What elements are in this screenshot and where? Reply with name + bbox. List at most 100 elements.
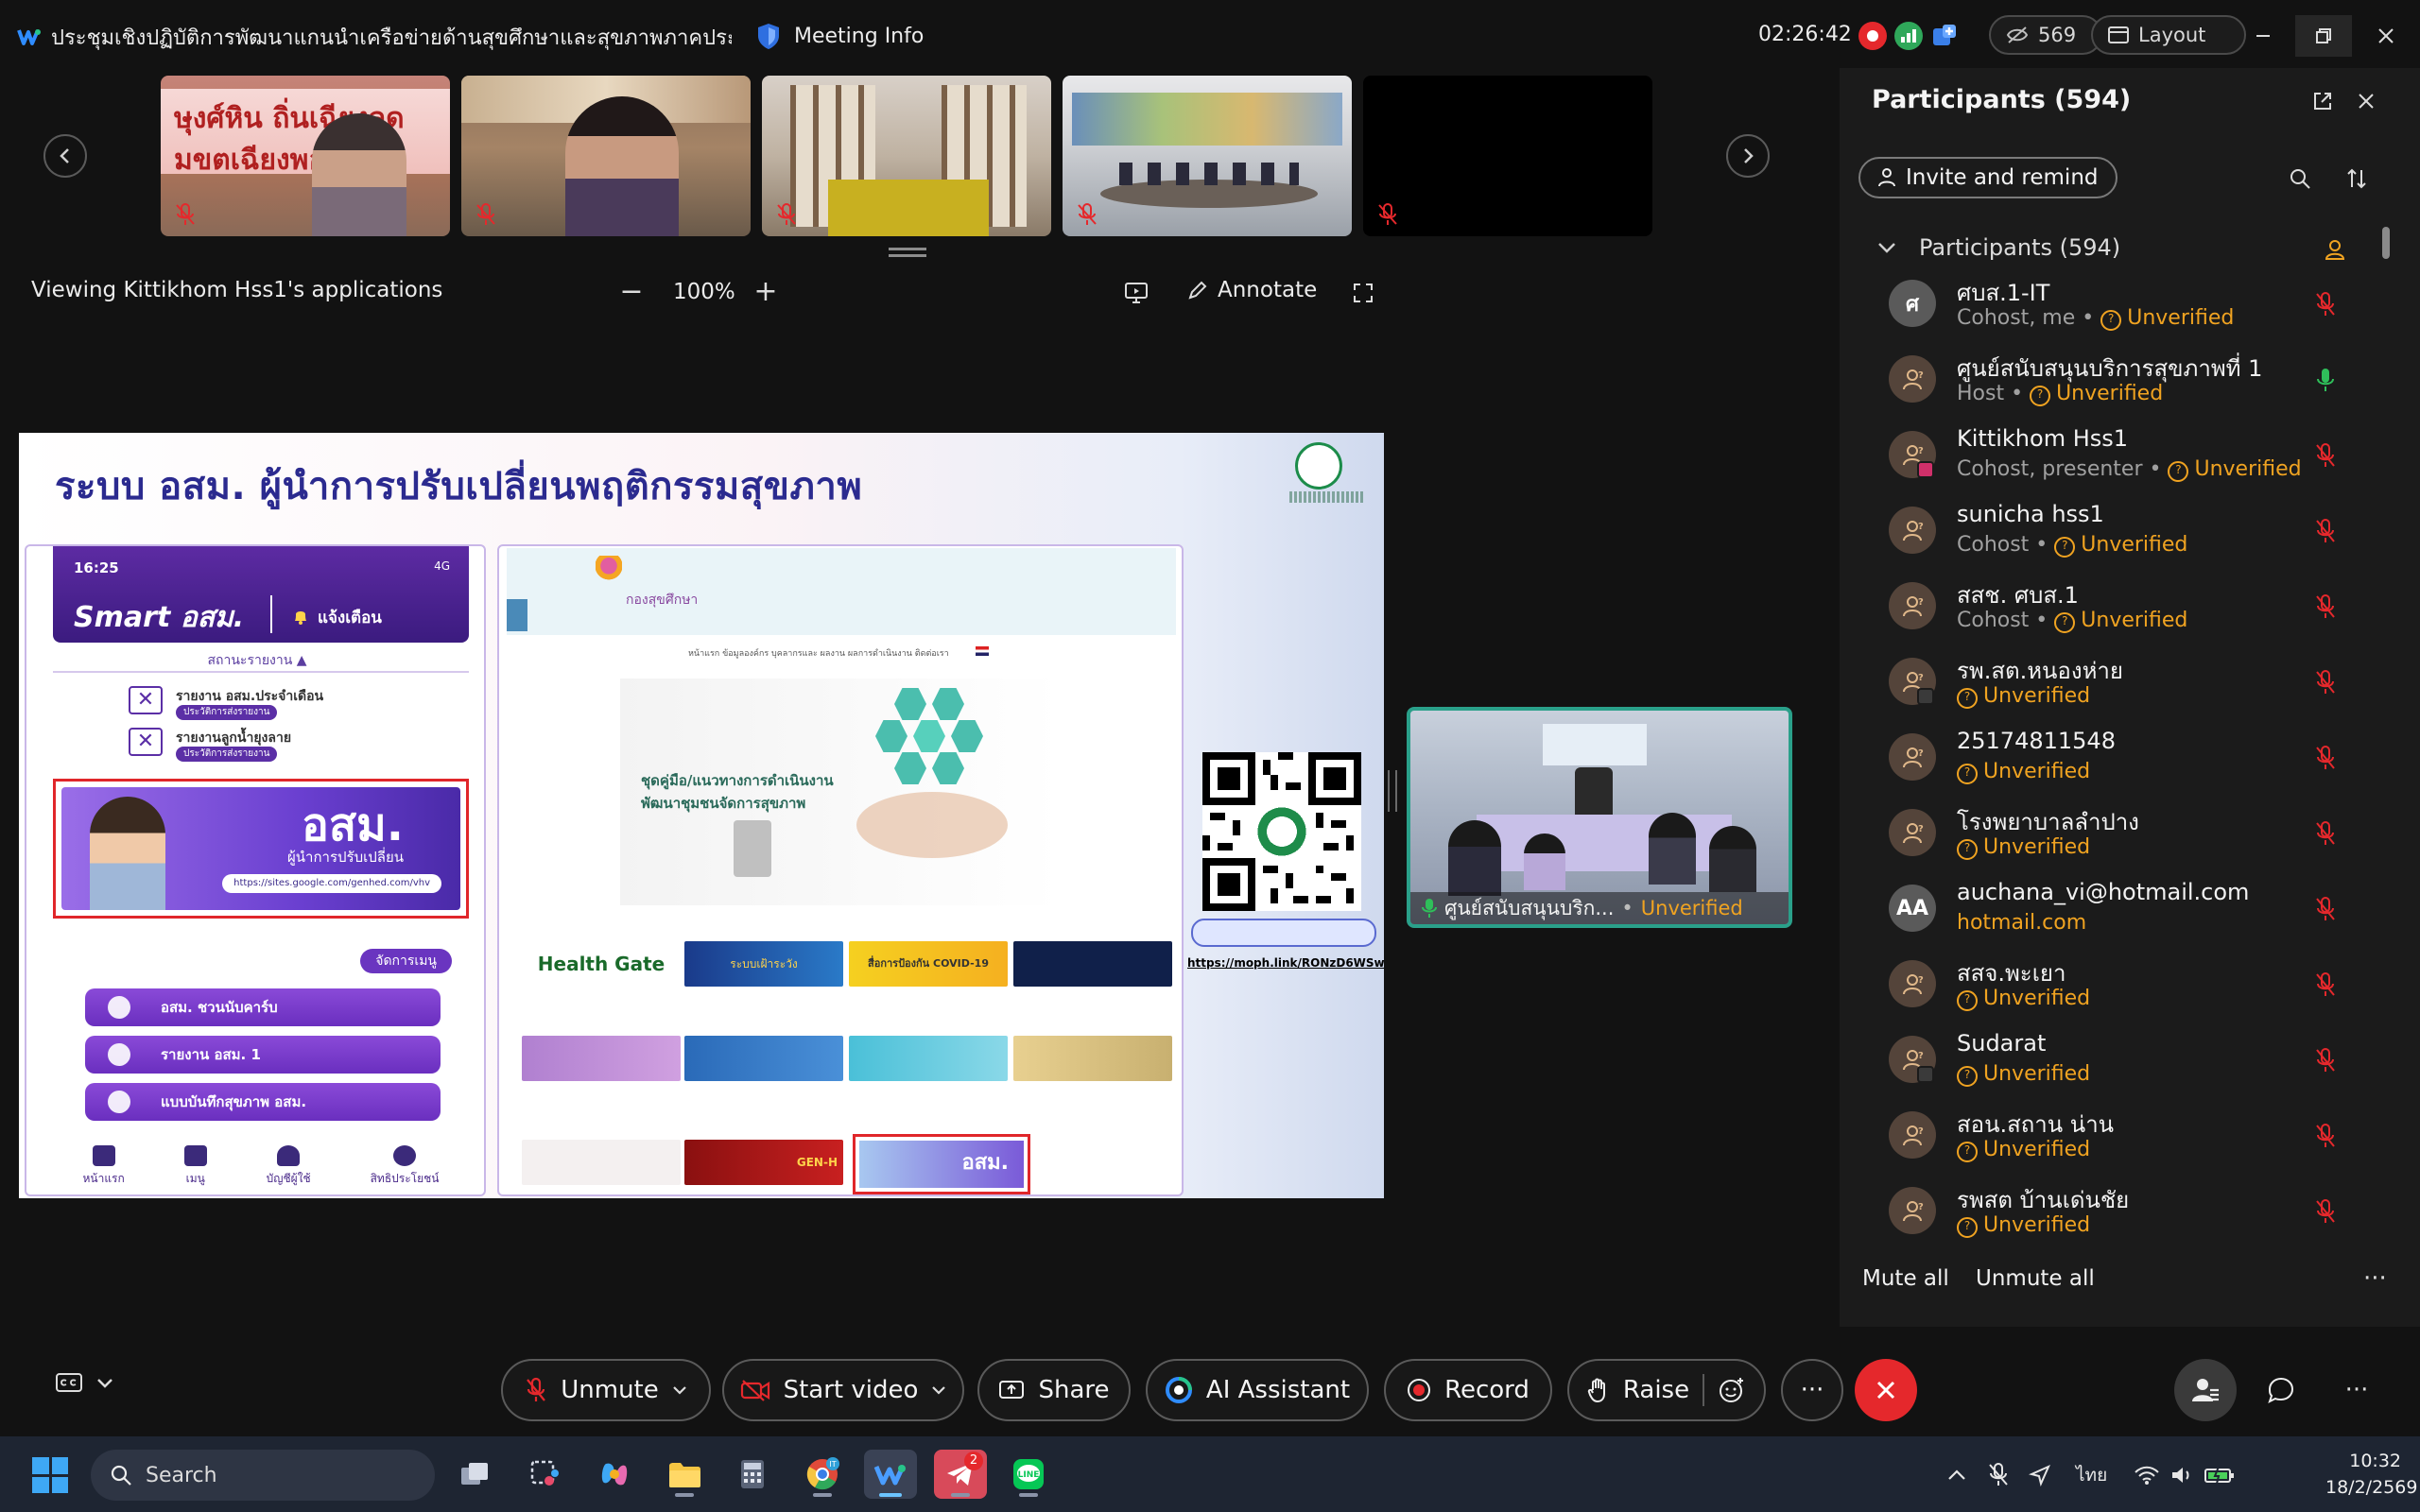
website-logo: กองสุขศึกษา (626, 593, 699, 608)
participant-row[interactable]: ?รพสต บ้านเด่นชัยUnverified (1840, 1174, 2420, 1249)
active-speaker-video[interactable]: ศูนย์สนับสนุนบริก... • Unverified (1407, 707, 1792, 928)
unmute-all-button[interactable]: Unmute all (1976, 1266, 2095, 1291)
popout-button[interactable] (2307, 85, 2339, 117)
raise-hand-button[interactable]: Raise (1567, 1359, 1766, 1421)
calculator-app[interactable] (726, 1450, 779, 1499)
mic-muted-icon[interactable] (2312, 1047, 2339, 1074)
video-thumbnail[interactable] (1063, 76, 1352, 236)
unmute-button[interactable]: Unmute (501, 1359, 711, 1421)
copilot-app[interactable] (588, 1450, 641, 1499)
meeting-info-button[interactable]: Meeting Info (756, 19, 924, 53)
leave-meeting-button[interactable] (1855, 1359, 1917, 1421)
mic-muted-icon[interactable] (2312, 745, 2339, 771)
chat-button[interactable] (2250, 1359, 2312, 1421)
captions-button[interactable] (55, 1372, 113, 1395)
notification-label: แจ้งเตือน (318, 609, 382, 627)
battery-charging-icon[interactable] (2204, 1465, 2236, 1486)
attendee-count-badge[interactable]: 569 (1989, 15, 2102, 55)
mic-muted-icon[interactable] (2312, 669, 2339, 696)
layout-button[interactable]: Layout (2091, 15, 2246, 55)
participants-toggle-button[interactable] (2174, 1359, 2237, 1421)
participant-row[interactable]: ?โรงพยาบาลลำปางUnverified (1840, 796, 2420, 871)
webex-app[interactable] (864, 1450, 917, 1499)
location-icon[interactable] (2029, 1464, 2051, 1486)
app-menu-button: รายงาน อสม. 1 (85, 1036, 441, 1074)
taskbar-search[interactable]: Search (91, 1450, 435, 1501)
line-app[interactable]: LINE (1002, 1450, 1055, 1499)
participant-row[interactable]: ?ศูนย์สนับสนุนบริการสุขภาพที่ 1Host • Un… (1840, 342, 2420, 418)
wifi-icon[interactable] (2134, 1465, 2160, 1486)
more-panel-button[interactable]: ··· (2325, 1359, 2388, 1421)
start-video-button[interactable]: Start video (722, 1359, 964, 1421)
invite-and-remind-button[interactable]: Invite and remind (1858, 157, 2118, 198)
video-thumbnail[interactable] (762, 76, 1051, 236)
chrome-app[interactable]: IT (796, 1450, 849, 1499)
mic-muted-icon[interactable] (2312, 896, 2339, 922)
shared-screen[interactable]: ระบบ อสม. ผู้นำการปรับเปลี่ยนพฤติกรรมสุข… (19, 433, 1384, 1198)
panel-title: Participants (594) (1872, 85, 2132, 114)
volume-icon[interactable] (2169, 1464, 2194, 1486)
participant-row[interactable]: ?รพ.สต.หนองห่ายUnverified (1840, 644, 2420, 720)
close-window-button[interactable] (2358, 15, 2414, 57)
task-view-app[interactable] (448, 1450, 501, 1499)
network-quality-icon[interactable] (1894, 22, 1923, 50)
participant-row[interactable]: ?สสช. ศบส.1Cohost • Unverified (1840, 569, 2420, 644)
filmstrip-prev-button[interactable] (43, 134, 87, 178)
mic-muted-icon[interactable] (2312, 820, 2339, 847)
filmstrip-next-button[interactable] (1726, 134, 1770, 178)
input-language[interactable]: ไทย (2076, 1461, 2107, 1489)
participant-row[interactable]: ?สอน.สถาน น่านUnverified (1840, 1098, 2420, 1174)
participant-row[interactable]: ? sunicha hss1 Cohost • Unverified (1840, 493, 2420, 569)
mic-muted-icon[interactable] (2312, 1123, 2339, 1149)
stage-splitter[interactable] (1388, 770, 1397, 812)
app-menu-button: แบบบันทึกสุขภาพ อสม. (85, 1083, 441, 1121)
participants-section-header[interactable]: Participants (594) (1877, 234, 2120, 261)
ai-assistant-button[interactable]: AI Assistant (1146, 1359, 1369, 1421)
recording-indicator-icon[interactable] (1858, 22, 1887, 50)
mic-muted-icon[interactable] (2312, 593, 2339, 620)
close-panel-button[interactable] (2350, 85, 2382, 117)
snipping-tool-app[interactable] (518, 1450, 571, 1499)
share-button[interactable]: Share (977, 1359, 1131, 1421)
minimize-button[interactable] (2235, 15, 2291, 57)
start-button[interactable] (32, 1457, 68, 1493)
app-update-icon[interactable] (1930, 22, 1959, 50)
participant-details: Unverified (1957, 835, 2090, 860)
video-thumbnail[interactable] (1363, 76, 1652, 236)
fullscreen-button[interactable] (1346, 276, 1380, 310)
mic-muted-tray-icon[interactable] (1987, 1462, 2010, 1488)
search-participants-button[interactable] (2284, 163, 2316, 195)
video-thumbnail[interactable] (461, 76, 751, 236)
filmstrip-resize-handle[interactable] (889, 248, 926, 257)
remote-control-button[interactable] (1119, 276, 1153, 310)
taskbar-clock[interactable]: 10:32 18/2/2569 (2325, 1448, 2417, 1501)
sort-button[interactable] (2341, 163, 2373, 195)
participant-row[interactable]: ? Sudarat Unverified (1840, 1022, 2420, 1098)
mic-muted-icon[interactable] (2312, 442, 2339, 469)
annotate-button[interactable]: Annotate (1187, 278, 1317, 302)
meeting-title: ประชุมเชิงปฏิบัติการพัฒนาแกนนำเครือข่ายด… (51, 26, 732, 50)
mute-all-button[interactable]: Mute all (1862, 1266, 1949, 1291)
telegram-app[interactable]: 2 (934, 1450, 987, 1499)
panel-more-button[interactable]: ··· (2363, 1264, 2387, 1293)
video-thumbnail[interactable]: ษุงศ์หิน ถิ่นเฉียงลด มขตเฉียงพอ ด่าง (161, 76, 450, 236)
file-explorer-app[interactable] (658, 1450, 711, 1499)
mic-muted-icon[interactable] (2312, 291, 2339, 318)
zoom-level[interactable]: 100% (673, 280, 735, 304)
participant-row[interactable]: ? 25174811548 Unverified (1840, 720, 2420, 796)
record-button[interactable]: Record (1384, 1359, 1552, 1421)
zoom-in-button[interactable]: + (749, 274, 783, 308)
participant-row[interactable]: ศศบส.1-ITCohost, me • Unverified (1840, 266, 2420, 342)
participant-row[interactable]: ?สสจ.พะเยาUnverified (1840, 947, 2420, 1022)
restore-button[interactable] (2295, 15, 2352, 57)
mic-active-icon[interactable] (2312, 367, 2339, 393)
mic-muted-icon[interactable] (2312, 971, 2339, 998)
zoom-out-button[interactable]: − (614, 274, 648, 308)
mic-muted-icon[interactable] (2312, 1198, 2339, 1225)
mic-muted-icon[interactable] (2312, 518, 2339, 544)
participant-row[interactable]: AA auchana_vi@hotmail.com hotmail.com (1840, 871, 2420, 947)
participant-row[interactable]: ? Kittikhom Hss1 Cohost, presenter • Unver… (1840, 418, 2420, 493)
chevron-up-icon[interactable] (1945, 1468, 1968, 1483)
scrollbar[interactable] (2382, 227, 2390, 259)
more-options-button[interactable]: ··· (1781, 1359, 1843, 1421)
